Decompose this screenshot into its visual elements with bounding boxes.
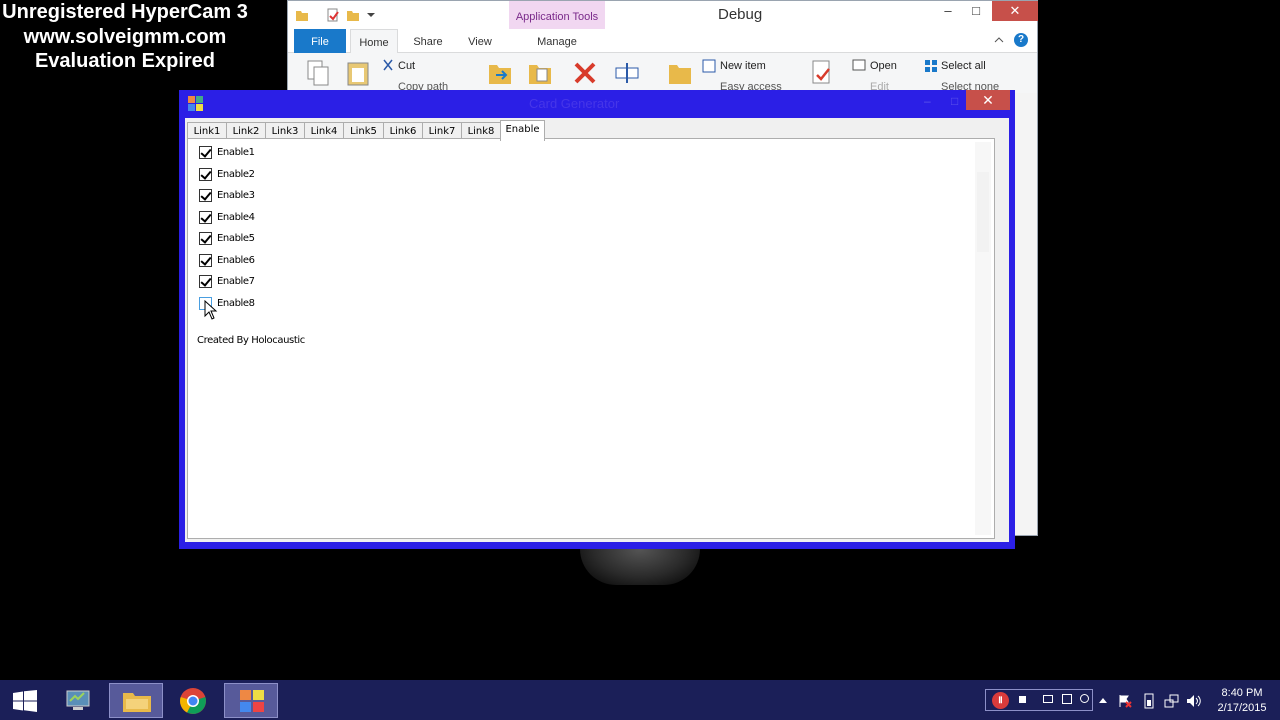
- tab-share[interactable]: Share: [404, 29, 452, 53]
- chrome-icon: [180, 688, 206, 714]
- properties-icon[interactable]: [326, 8, 340, 22]
- watermark-line-2: www.solveigmm.com: [23, 25, 227, 48]
- checkbox-box[interactable]: [199, 232, 212, 245]
- watermark-line-3: Evaluation Expired: [34, 50, 216, 72]
- window-title: Card Generator: [529, 96, 620, 111]
- scrollbar[interactable]: [975, 142, 991, 535]
- move-to-icon[interactable]: [488, 59, 512, 87]
- checkbox-label: Enable1: [217, 147, 255, 158]
- select-all-button[interactable]: Select all: [941, 60, 986, 72]
- help-icon[interactable]: ?: [1014, 33, 1028, 47]
- rename-icon[interactable]: [615, 59, 639, 87]
- card-generator-icon: [240, 690, 264, 712]
- new-item-button[interactable]: New item: [720, 60, 766, 72]
- cut-button[interactable]: Cut: [398, 60, 415, 72]
- explorer-title: Debug: [718, 6, 763, 23]
- checkbox-label: Enable6: [217, 255, 255, 266]
- close-button[interactable]: ✕: [966, 90, 1010, 110]
- taskbar-computer[interactable]: [51, 683, 105, 718]
- action-center-icon[interactable]: [1118, 694, 1132, 708]
- customize-toolbar-icon[interactable]: [364, 8, 378, 22]
- ribbon-tabs: File Home Share View Manage ?: [288, 29, 1037, 53]
- checkbox-label: Enable5: [217, 233, 255, 244]
- new-folder-large-icon[interactable]: [668, 59, 692, 87]
- folder-icon[interactable]: [295, 8, 309, 22]
- capture-icon[interactable]: [1062, 694, 1072, 704]
- computer-icon: [66, 690, 90, 710]
- select-all-icon[interactable]: [924, 59, 938, 73]
- tab-view[interactable]: View: [456, 29, 504, 53]
- tab-enable[interactable]: Enable: [500, 120, 545, 141]
- background-mouse: [580, 549, 700, 585]
- start-button[interactable]: [0, 683, 54, 718]
- checkbox-box[interactable]: [199, 168, 212, 181]
- window-client-area: Link1 Link2 Link3 Link4 Link5 Link6 Link…: [185, 118, 1009, 542]
- paste-icon[interactable]: [346, 59, 370, 87]
- explorer-titlebar: Application Tools Debug – □ ✕: [288, 1, 1038, 31]
- network-icon[interactable]: [1164, 694, 1180, 708]
- clock-date: 2/17/2015: [1217, 702, 1267, 714]
- taskbar-chrome[interactable]: [166, 683, 220, 718]
- checkbox-label: Enable2: [217, 169, 255, 180]
- maximize-button[interactable]: □: [951, 94, 965, 108]
- tab-file[interactable]: File: [294, 29, 346, 53]
- copy-to-icon[interactable]: [528, 59, 552, 87]
- checkbox-label: Enable4: [217, 212, 255, 223]
- card-generator-window: Card Generator – □ ✕ Link1 Link2 Link3 L…: [179, 90, 1015, 549]
- clock-time: 8:40 PM: [1221, 687, 1263, 699]
- taskbar-clock[interactable]: 8:40 PM 2/17/2015: [1210, 686, 1274, 716]
- taskbar-card-generator[interactable]: [224, 683, 278, 718]
- checkbox-label: Enable8: [217, 298, 255, 309]
- power-icon[interactable]: [1142, 693, 1156, 709]
- app-icon: [188, 96, 203, 111]
- credit-label: Created By Holocaustic: [197, 335, 305, 346]
- taskbar-file-explorer[interactable]: [109, 683, 163, 718]
- checkbox-label: Enable3: [217, 190, 255, 201]
- checkbox-box[interactable]: [199, 189, 212, 202]
- hypercam-watermark: Unregistered HyperCam 3 www.solveigmm.co…: [0, 0, 250, 74]
- cut-icon[interactable]: [382, 59, 394, 73]
- delete-icon[interactable]: [573, 59, 597, 87]
- show-hidden-icons-icon[interactable]: [1099, 697, 1107, 703]
- tab-manage[interactable]: Manage: [509, 29, 605, 53]
- minimize-button[interactable]: –: [924, 94, 938, 108]
- volume-icon[interactable]: [1186, 694, 1202, 708]
- checkbox-box[interactable]: [199, 211, 212, 224]
- hypercam-tray-controls: Ⅱ: [985, 689, 1093, 711]
- new-item-icon[interactable]: [702, 59, 716, 73]
- settings-icon[interactable]: [1080, 694, 1089, 703]
- record-pause-button[interactable]: Ⅱ: [992, 692, 1009, 709]
- ribbon-body: Cut Copy path New item Easy access Open …: [288, 53, 1037, 93]
- collapse-ribbon-icon[interactable]: [994, 35, 1004, 45]
- tab-home[interactable]: Home: [350, 29, 398, 53]
- explorer-close-button[interactable]: ✕: [992, 1, 1038, 21]
- scroll-thumb[interactable]: [977, 172, 989, 252]
- new-folder-icon[interactable]: [346, 8, 360, 22]
- checkbox-box[interactable]: [199, 146, 212, 159]
- windows-logo-icon: [13, 690, 37, 712]
- enable-tab-page: Enable1 Enable2 Enable3 Enable4 Enable5 …: [187, 138, 995, 539]
- properties-large-icon[interactable]: [810, 59, 834, 87]
- checkbox-label: Enable7: [217, 276, 255, 287]
- region-icon[interactable]: [1043, 695, 1053, 703]
- explorer-maximize-button[interactable]: □: [966, 1, 986, 21]
- stop-icon[interactable]: [1019, 696, 1026, 703]
- application-tools-context: Application Tools: [509, 1, 605, 31]
- mouse-cursor-icon: [204, 300, 218, 320]
- checkbox-box[interactable]: [199, 254, 212, 267]
- explorer-minimize-button[interactable]: –: [938, 1, 958, 21]
- copy-icon[interactable]: [306, 59, 330, 87]
- open-icon[interactable]: [852, 59, 866, 71]
- open-button[interactable]: Open: [870, 60, 897, 72]
- watermark-line-1: Unregistered HyperCam 3: [2, 1, 248, 23]
- file-explorer-icon: [123, 693, 151, 712]
- checkbox-box[interactable]: [199, 275, 212, 288]
